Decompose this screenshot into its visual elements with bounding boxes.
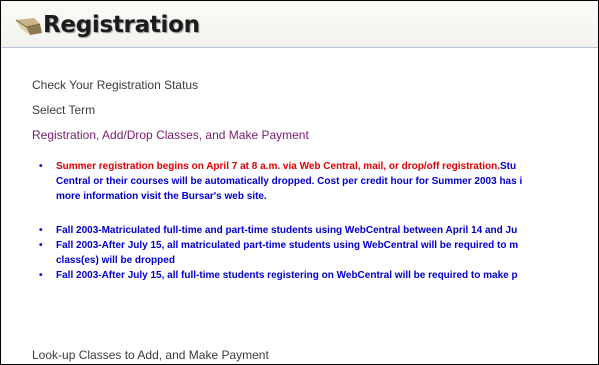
header-divider — [1, 47, 598, 48]
list-item: • Summer registration begins on April 7 … — [39, 159, 598, 204]
notice-line: Fall 2003-After July 15, all matriculate… — [56, 240, 519, 251]
notice-line: Central or their courses will be automat… — [56, 176, 523, 187]
notice-list: • Summer registration begins on April 7 … — [39, 159, 598, 283]
bullet-icon: • — [39, 225, 43, 236]
bullet-icon: • — [39, 161, 43, 172]
registration-add-drop-link[interactable]: Registration, Add/Drop Classes, and Make… — [32, 128, 309, 142]
bullet-icon: • — [39, 270, 43, 281]
notice-line: Fall 2003-After July 15, all full-time s… — [56, 270, 518, 281]
list-item: • Fall 2003-After July 15, all full-time… — [39, 268, 598, 283]
notice-line: class(es) will be dropped — [56, 255, 175, 266]
page-title: Registration — [43, 12, 200, 38]
list-item: • Fall 2003-Matriculated full-time and p… — [39, 223, 598, 238]
notice-line: more information visit the Bursar's web … — [56, 191, 267, 202]
notice-text: Stu — [499, 161, 517, 172]
check-registration-status-link[interactable]: Check Your Registration Status — [32, 78, 198, 92]
spacer — [56, 204, 598, 223]
bullet-icon: • — [39, 240, 43, 251]
select-term-link[interactable]: Select Term — [32, 103, 95, 117]
folded-paper-icon — [15, 18, 42, 35]
page-header: Registration — [1, 1, 598, 47]
notice-line: Fall 2003-Matriculated full-time and par… — [56, 225, 518, 236]
page-frame: Registration Check Your Registration Sta… — [0, 0, 599, 365]
list-item: • Fall 2003-After July 15, all matricula… — [39, 238, 598, 268]
notice-highlight: Summer registration begins on April 7 at… — [56, 161, 500, 172]
lookup-classes-link[interactable]: Look-up Classes to Add, and Make Payment — [32, 348, 269, 362]
notice-line: Summer registration begins on April 7 at… — [56, 159, 598, 174]
